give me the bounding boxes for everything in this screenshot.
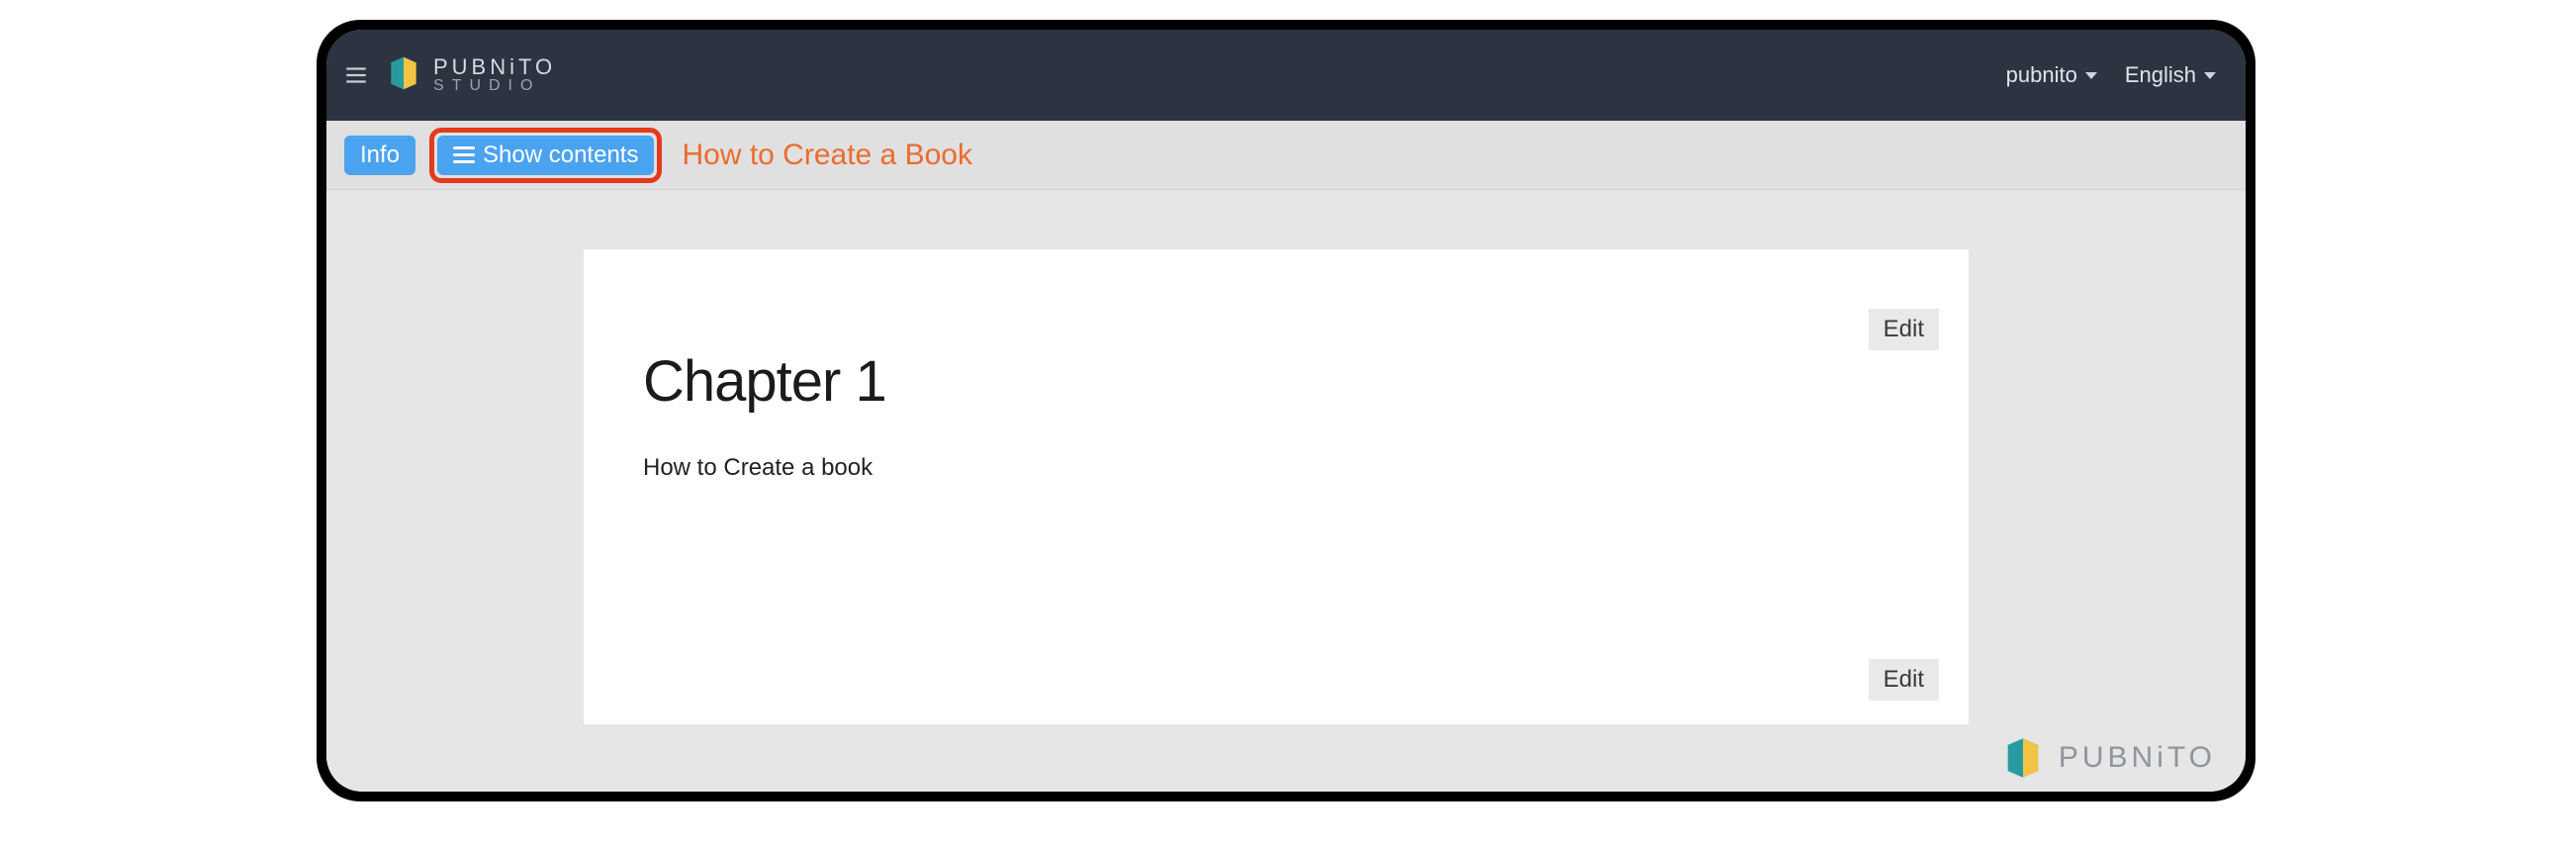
language-menu-dropdown[interactable]: English [2125, 62, 2216, 88]
user-menu-dropdown[interactable]: pubnito [2006, 62, 2097, 88]
book-title: How to Create a Book [682, 139, 971, 172]
show-contents-highlight: Show contents [429, 128, 662, 183]
user-menu-label: pubnito [2006, 62, 2077, 88]
book-icon [2001, 734, 2045, 782]
app-window: PUBNiTO STUDIO pubnito English [326, 30, 2246, 792]
device-frame: PUBNiTO STUDIO pubnito English [317, 20, 2255, 801]
show-contents-button[interactable]: Show contents [437, 136, 654, 175]
brand-line1: PUBNiTO [433, 55, 556, 78]
list-icon [453, 146, 475, 164]
chapter-body: How to Create a book [643, 454, 1909, 482]
topbar-right: pubnito English [2006, 62, 2246, 88]
chapter-title: Chapter 1 [643, 348, 1909, 415]
stage: PUBNiTO STUDIO pubnito English [0, 0, 2576, 847]
topbar: PUBNiTO STUDIO pubnito English [326, 30, 2246, 121]
hamburger-icon [343, 62, 369, 88]
brand-watermark: PUBNiTO [2001, 734, 2216, 782]
work-area: Edit Chapter 1 How to Create a book Edit… [326, 190, 2246, 792]
book-icon [386, 53, 421, 98]
edit-button-bottom[interactable]: Edit [1869, 659, 1939, 701]
sub-toolbar: Info Show contents How to Create a Book [326, 121, 2246, 190]
edit-button-top[interactable]: Edit [1869, 309, 1939, 350]
caret-down-icon [2204, 72, 2216, 79]
caret-down-icon [2085, 72, 2097, 79]
language-menu-label: English [2125, 62, 2196, 88]
brand-watermark-text: PUBNiTO [2059, 741, 2216, 775]
brand-text: PUBNiTO STUDIO [433, 55, 556, 95]
hamburger-menu-button[interactable] [326, 62, 386, 88]
brand-logo: PUBNiTO STUDIO [386, 53, 556, 98]
brand-line2: STUDIO [433, 78, 556, 95]
content-page: Edit Chapter 1 How to Create a book Edit [584, 249, 1969, 724]
info-button[interactable]: Info [344, 136, 415, 175]
show-contents-label: Show contents [483, 141, 638, 169]
